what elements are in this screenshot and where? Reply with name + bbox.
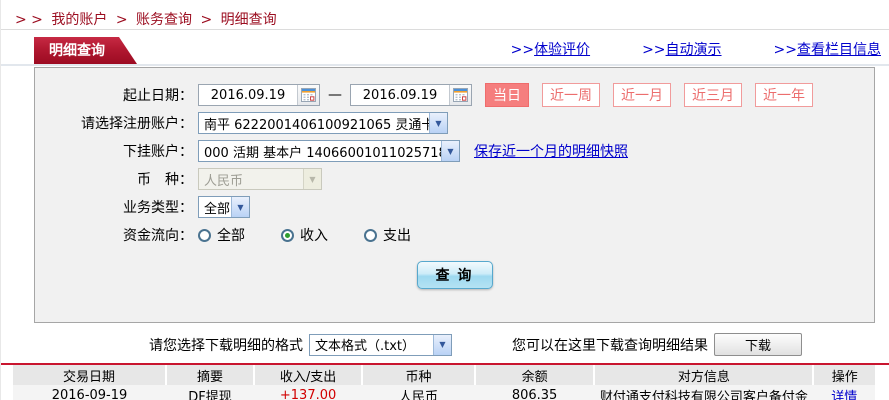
fund-flow-row: 资金流向： 全部 收入 支出 [35, 224, 874, 246]
sub-account-row: 下挂账户： 000 活期 基本户 1406600101102571848 ▼ 保… [35, 140, 874, 162]
top-links: >>体验评价 >>自动演示 >>查看栏目信息 [511, 39, 889, 64]
chevron-down-icon[interactable]: ▼ [441, 141, 459, 161]
breadcrumb: > > 我的账户 > 账务查询 > 明细查询 [1, 0, 889, 29]
download-format-label: 请您选择下载明细的格式 [149, 335, 303, 355]
calendar-icon-glyph [453, 88, 468, 102]
range-button-today[interactable]: 当日 [485, 83, 529, 107]
chevron-down-icon[interactable]: ▼ [429, 113, 447, 133]
link-experience-rating-text[interactable]: 体验评价 [534, 42, 590, 58]
business-type-row: 业务类型： 全部 ▼ [35, 196, 874, 218]
col-header-income-expense: 收入/支出 [254, 365, 362, 385]
download-format-select[interactable]: 文本格式（.txt） ▼ [309, 334, 452, 356]
link-view-column-info[interactable]: >>查看栏目信息 [774, 39, 881, 59]
calendar-icon[interactable] [297, 85, 319, 105]
cell-counterparty: 财付通支付科技有限公司客户备付金 [594, 385, 813, 400]
date-from-field[interactable]: 2016.09.19 [198, 84, 320, 106]
range-button-last-month[interactable]: 近一月 [613, 83, 671, 107]
cell-currency: 人民币 [362, 385, 475, 400]
date-separator: — [328, 87, 342, 103]
breadcrumb-item-account-query[interactable]: 账务查询 [136, 12, 192, 28]
date-range-row: 起止日期： 2016.09.19 [35, 84, 874, 106]
cell-balance: 806.35 [475, 385, 595, 400]
business-type-label: 业务类型： [35, 197, 193, 217]
link-prefix: >> [642, 42, 665, 58]
calendar-icon-glyph [301, 88, 316, 102]
flow-radio-expense[interactable]: 支出 [364, 225, 411, 245]
query-button-row: 查 询 [35, 261, 874, 289]
col-header-currency: 币种 [362, 365, 475, 385]
range-button-last-3-months[interactable]: 近三月 [684, 83, 742, 107]
cell-trade-date: 2016-09-19 [13, 385, 166, 400]
register-account-row: 请选择注册账户： 南平 6222001406100921065 灵通卡 ▼ [35, 112, 874, 134]
business-type-value: 全部 [199, 198, 231, 217]
download-row: 请您选择下载明细的格式 文本格式（.txt） ▼ 您可以在这里下载查询明细结果 … [149, 332, 889, 357]
flow-radio-all[interactable]: 全部 [198, 225, 245, 245]
radio-checked-icon[interactable] [281, 229, 294, 242]
tab-bar: 明细查询 >>体验评价 >>自动演示 >>查看栏目信息 [1, 37, 889, 66]
breadcrumb-item-my-account[interactable]: 我的账户 [51, 12, 107, 28]
date-from-value[interactable]: 2016.09.19 [199, 88, 297, 103]
sub-account-value: 000 活期 基本户 1406600101102571848 [199, 142, 441, 161]
breadcrumb-item-detail-query[interactable]: 明细查询 [221, 12, 277, 28]
col-header-action: 操作 [813, 365, 875, 385]
download-button[interactable]: 下载 [714, 333, 802, 356]
breadcrumb-prefix: > > [15, 12, 43, 28]
chevron-down-icon: ▼ [303, 169, 321, 189]
table-header-row: 交易日期 摘要 收入/支出 币种 余额 对方信息 操作 [13, 365, 875, 385]
detail-link[interactable]: 详情 [831, 390, 857, 400]
flow-radio-income[interactable]: 收入 [281, 225, 328, 245]
range-button-last-year[interactable]: 近一年 [755, 83, 813, 107]
query-button[interactable]: 查 询 [417, 261, 493, 289]
cell-summary: DF提现 [166, 385, 254, 400]
divider [1, 29, 889, 30]
breadcrumb-separator: > [116, 12, 128, 28]
transaction-table: 交易日期 摘要 收入/支出 币种 余额 对方信息 操作 2016-09-19 D… [13, 365, 875, 400]
download-hint: 您可以在这里下载查询明细结果 [512, 335, 708, 355]
link-prefix: >> [774, 42, 797, 58]
radio-icon[interactable] [364, 229, 377, 242]
chevron-down-icon[interactable]: ▼ [433, 335, 451, 355]
detail-query-page: > > 我的账户 > 账务查询 > 明细查询 明细查询 >>体验评价 >>自动演… [0, 0, 889, 400]
cell-income-expense: +137.00 [254, 385, 362, 400]
radio-icon[interactable] [198, 229, 211, 242]
chevron-down-icon[interactable]: ▼ [231, 197, 249, 217]
save-snapshot-link[interactable]: 保存近一个月的明细快照 [474, 141, 628, 161]
register-account-label: 请选择注册账户： [35, 113, 193, 133]
query-form-panel: 起止日期： 2016.09.19 [34, 67, 875, 323]
col-header-trade-date: 交易日期 [13, 365, 166, 385]
col-header-balance: 余额 [475, 365, 595, 385]
register-account-select[interactable]: 南平 6222001406100921065 灵通卡 ▼ [198, 112, 448, 134]
fund-flow-label: 资金流向： [35, 225, 193, 245]
link-auto-demo-text[interactable]: 自动演示 [666, 42, 722, 58]
table-row: 2016-09-19 DF提现 +137.00 人民币 806.35 财付通支付… [13, 385, 875, 400]
sub-account-label: 下挂账户： [35, 141, 193, 161]
link-auto-demo[interactable]: >>自动演示 [642, 39, 721, 59]
link-experience-rating[interactable]: >>体验评价 [511, 39, 590, 59]
link-view-column-info-text[interactable]: 查看栏目信息 [797, 42, 881, 58]
calendar-icon[interactable] [449, 85, 471, 105]
flow-radio-expense-label: 支出 [383, 225, 411, 245]
breadcrumb-separator: > [200, 12, 212, 28]
flow-radio-income-label: 收入 [300, 225, 328, 245]
currency-row: 币 种： 人民币 ▼ [35, 168, 874, 190]
register-account-value: 南平 6222001406100921065 灵通卡 [199, 114, 429, 133]
flow-radio-all-label: 全部 [217, 225, 245, 245]
business-type-select[interactable]: 全部 ▼ [198, 196, 250, 218]
date-to-field[interactable]: 2016.09.19 [350, 84, 472, 106]
col-header-counterparty: 对方信息 [594, 365, 813, 385]
currency-label: 币 种： [35, 169, 193, 189]
date-range-label: 起止日期： [35, 85, 193, 105]
sub-account-select[interactable]: 000 活期 基本户 1406600101102571848 ▼ [198, 140, 460, 162]
tab-detail-query[interactable]: 明细查询 [34, 37, 137, 64]
currency-select: 人民币 ▼ [198, 168, 322, 190]
date-to-value[interactable]: 2016.09.19 [351, 88, 449, 103]
download-format-value: 文本格式（.txt） [310, 335, 433, 354]
currency-value: 人民币 [199, 170, 303, 189]
link-prefix: >> [511, 42, 534, 58]
range-button-last-week[interactable]: 近一周 [542, 83, 600, 107]
col-header-summary: 摘要 [166, 365, 254, 385]
